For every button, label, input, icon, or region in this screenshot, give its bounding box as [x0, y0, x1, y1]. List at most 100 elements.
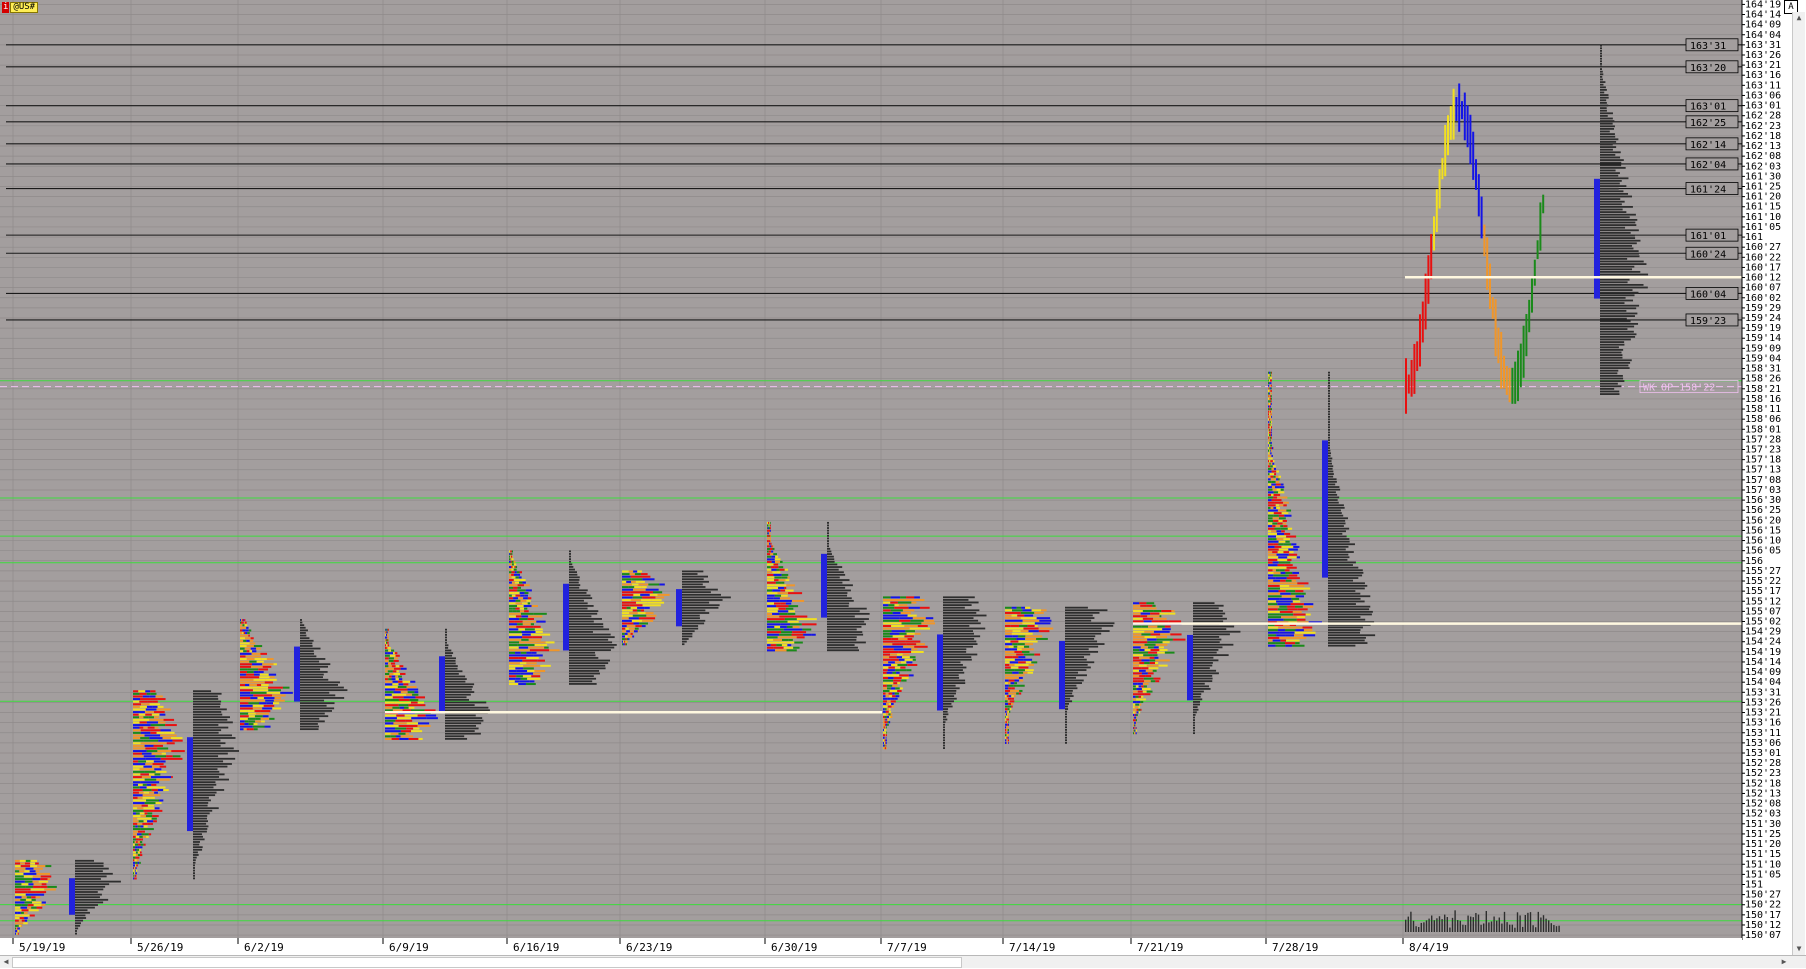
tpo-segment — [1268, 613, 1280, 616]
tpo-segment — [25, 893, 34, 896]
tpo-segment — [518, 576, 522, 579]
scroll-up-icon[interactable]: ▲ — [1793, 12, 1805, 24]
scroll-down-icon[interactable]: ▼ — [1793, 943, 1805, 955]
tpo-segment — [801, 623, 817, 626]
tpo-segment — [1302, 626, 1313, 629]
tpo-segment — [1268, 480, 1272, 483]
tpo-segment — [1157, 651, 1165, 654]
volume-histogram-bar — [193, 716, 230, 719]
tpo-segment — [1135, 685, 1139, 688]
tpo-segment — [159, 799, 164, 802]
scroll-left-icon[interactable]: ◀ — [0, 956, 12, 968]
tpo-segment — [252, 650, 257, 653]
tpo-segment — [1133, 693, 1138, 696]
tpo-column — [1435, 189, 1438, 233]
tpo-segment — [511, 568, 514, 571]
tpo-segment — [1281, 496, 1286, 499]
tpo-segment — [527, 677, 535, 680]
tpo-segment — [1133, 701, 1137, 704]
tpo-segment — [1268, 553, 1277, 556]
tpo-segment — [1143, 620, 1152, 623]
volume-histogram-bar — [193, 700, 222, 703]
tpo-segment — [149, 737, 163, 740]
tpo-segment — [136, 864, 138, 867]
tpo-segment — [1277, 493, 1281, 496]
tpo-segment — [26, 896, 32, 899]
symbol-badge[interactable]: i @US# — [2, 1, 39, 13]
volume-bar — [1519, 915, 1521, 932]
volume-histogram-bar — [300, 694, 336, 697]
volume-histogram-bar — [300, 645, 313, 647]
tpo-segment — [1269, 389, 1271, 392]
date-axis: 5/19/19 5/26/19 6/2/19 6/9/19 6/16/19 6/23/19… — [0, 938, 1742, 954]
tpo-segment — [777, 610, 789, 613]
tpo-segment — [1133, 685, 1136, 688]
tpo-segment — [1274, 501, 1284, 504]
tpo-segment — [23, 872, 37, 875]
tpo-segment — [1010, 689, 1014, 692]
tpo-segment — [769, 532, 771, 535]
volume-histogram-bar — [827, 527, 829, 529]
volume-bar — [1423, 922, 1425, 932]
tpo-segment — [1142, 690, 1147, 693]
vertical-scrollbar[interactable]: ▲ ▼ — [1792, 12, 1805, 955]
tpo-segment — [266, 658, 274, 661]
tpo-segment — [411, 730, 423, 733]
tpo-segment — [1025, 635, 1034, 638]
level-label: 162'04 — [1690, 160, 1726, 171]
tpo-segment — [788, 638, 793, 641]
tpo-segment — [893, 640, 906, 643]
tpo-segment — [393, 722, 407, 725]
volume-histogram-bar — [75, 878, 101, 880]
volume-histogram-bar — [193, 713, 223, 716]
tpo-segment — [884, 718, 886, 721]
tpo-segment — [767, 550, 769, 553]
tpo-segment — [387, 670, 391, 673]
tpo-segment — [509, 607, 513, 610]
tpo-segment — [885, 747, 887, 750]
volume-histogram-bar — [1328, 465, 1334, 468]
volume-histogram-bar — [1065, 718, 1067, 721]
volume-histogram-bar — [75, 922, 81, 925]
tpo-segment — [251, 681, 265, 684]
volume-histogram-bar — [75, 930, 77, 932]
volume-histogram-bar — [300, 676, 323, 679]
tpo-segment — [783, 628, 803, 631]
tpo-segment — [625, 635, 628, 638]
volume-histogram-bar — [1193, 680, 1213, 683]
tpo-segment — [240, 673, 246, 676]
tpo-segment — [152, 705, 158, 708]
tpo-segment — [140, 731, 151, 734]
volume-histogram-bar — [1600, 73, 1604, 76]
volume-histogram-bar — [1328, 460, 1332, 462]
tpo-segment — [906, 661, 913, 664]
volume-histogram-bar — [1600, 81, 1606, 83]
tpo-segment — [141, 833, 145, 836]
tpo-segment — [767, 636, 778, 639]
tpo-segment — [16, 927, 17, 930]
tpo-segment — [883, 645, 904, 648]
volume-histogram-bar — [827, 638, 857, 641]
tpo-segment — [772, 589, 781, 592]
tpo-segment — [893, 682, 898, 685]
tpo-segment — [894, 604, 899, 607]
volume-histogram-bar — [75, 896, 100, 899]
tpo-segment — [785, 589, 794, 592]
tpo-segment — [386, 628, 388, 631]
tpo-segment — [534, 677, 541, 680]
tpo-segment — [242, 629, 246, 632]
horizontal-scrollbar[interactable]: ◀ ▶ — [0, 955, 1806, 968]
tpo-segment — [524, 610, 529, 613]
tpo-segment — [1268, 634, 1277, 637]
volume-histogram-bar — [569, 560, 572, 563]
tpo-segment — [886, 734, 887, 737]
tpo-segment — [161, 752, 166, 755]
scroll-right-icon[interactable]: ▶ — [1778, 956, 1790, 968]
volume-histogram-bar — [1065, 736, 1067, 739]
tpo-segment — [1271, 397, 1272, 400]
tpo-segment — [1273, 514, 1279, 517]
tpo-segment — [134, 843, 139, 846]
volume-histogram-bar — [1600, 341, 1625, 343]
horizontal-scroll-thumb[interactable] — [12, 957, 962, 968]
tpo-segment — [157, 705, 164, 708]
